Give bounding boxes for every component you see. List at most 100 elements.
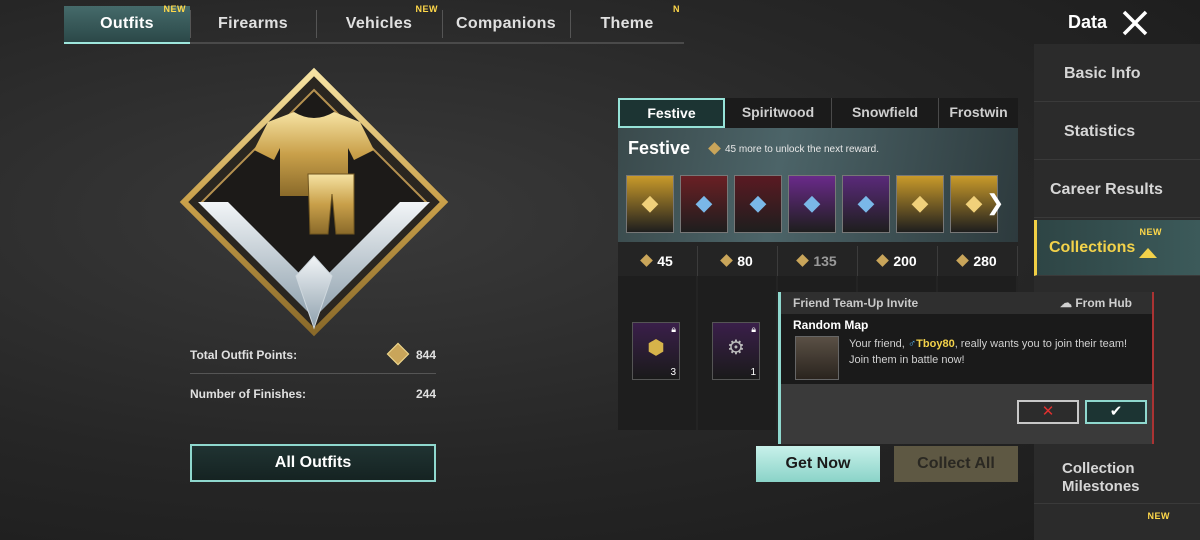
blue-charm-icon: ◆ — [749, 190, 767, 215]
tab-theme[interactable]: Theme N — [570, 4, 684, 44]
milestone-value: 200 — [893, 253, 917, 269]
milestone-threshold: 135 — [778, 246, 858, 276]
invite-title: Friend Team-Up Invite — [793, 296, 919, 310]
reward-thumbnail[interactable]: ◆ — [896, 175, 944, 233]
tab-frostwin[interactable]: Frostwin — [939, 98, 1018, 128]
total-outfit-points-row: Total Outfit Points: 844 — [190, 338, 436, 374]
outfit-point-icon — [708, 142, 721, 155]
collect-all-button[interactable]: Collect All — [894, 446, 1018, 482]
milestone-value: 45 — [657, 253, 673, 269]
caret-up-icon — [1139, 248, 1157, 258]
tab-label: Theme — [600, 15, 654, 32]
lock-icon: 🔒︎ — [671, 324, 676, 334]
tab-snowfield[interactable]: Snowfield — [832, 98, 939, 128]
reward-thumbnail[interactable]: ◆ — [734, 175, 782, 233]
tab-companions[interactable]: Companions — [442, 6, 570, 44]
invite-message: Your friend, ♂Tboy80, really wants you t… — [849, 336, 1139, 368]
invite-mode: Random Map — [793, 318, 869, 332]
reward-item-card[interactable]: 🔒︎ ⬢ 3 — [632, 322, 680, 380]
get-now-button[interactable]: Get Now — [756, 446, 880, 482]
milestone-value: 80 — [737, 253, 753, 269]
tab-outfits[interactable]: Outfits NEW — [64, 4, 190, 44]
outfit-point-icon — [386, 342, 410, 366]
collection-name: Festive — [628, 138, 691, 158]
invite-body: Random Map Your friend, ♂Tboy80, really … — [781, 314, 1152, 384]
milestone-threshold: 280 — [938, 246, 1018, 276]
decline-button[interactable]: ✕ — [1017, 400, 1079, 424]
accept-button[interactable]: ✔ — [1085, 400, 1147, 424]
milestone-threshold: 80 — [698, 246, 778, 276]
sidebar-item-label: Collections — [1049, 238, 1136, 256]
outfit-point-icon — [720, 254, 734, 267]
reward-thumbnail[interactable]: ◆ — [680, 175, 728, 233]
milestone-column: 🔒︎ ⚙ 1 — [698, 276, 776, 430]
chevron-right-icon[interactable]: ❯ — [986, 190, 1004, 216]
close-icon[interactable] — [1118, 6, 1152, 40]
outfit-point-icon — [876, 254, 890, 267]
milestone-column: 🔒︎ ⬢ 3 — [618, 276, 696, 430]
total-points-value: 844 — [415, 348, 436, 362]
sidebar-item-label: Basic Info — [1064, 64, 1141, 82]
milestone-row: 45 80 135 200 280 — [618, 246, 1018, 276]
golden-outfit-icon: ◆ — [911, 190, 929, 215]
sidebar-item-label: Statistics — [1064, 122, 1136, 140]
sidebar-item-collections[interactable]: Collections NEW — [1034, 220, 1200, 276]
gold-nugget-icon: ⬢ — [647, 337, 665, 359]
milestone-threshold: 45 — [618, 246, 698, 276]
outfit-point-icon — [796, 254, 810, 267]
sidebar-item-basic-info[interactable]: Basic Info — [1034, 46, 1200, 102]
hub-icon: ☁︎ — [1059, 296, 1072, 310]
crimson-bow-icon: ◆ — [695, 190, 713, 215]
sidebar-item-career-results[interactable]: Career Results — [1034, 162, 1200, 218]
collection-hint: 45 more to unlock the next reward. — [708, 142, 879, 155]
invite-source: ☁︎ From Hub — [1060, 292, 1132, 314]
outfit-point-icon — [640, 254, 654, 267]
category-tabs: Outfits NEW Firearms Vehicles NEW Compan… — [64, 4, 684, 44]
item-quantity: 3 — [670, 367, 676, 378]
reward-thumbnail[interactable]: ◆ — [626, 175, 674, 233]
collection-tabs: Festive Spiritwood Snowfield Frostwin — [618, 98, 1018, 128]
hint-text: 45 more to unlock the next reward. — [725, 144, 879, 155]
tab-vehicles[interactable]: Vehicles NEW — [316, 4, 442, 44]
new-badge: NEW — [1147, 511, 1170, 521]
male-icon: ♂ — [907, 338, 917, 350]
reward-thumbnail[interactable]: ◆ — [842, 175, 890, 233]
tab-spiritwood[interactable]: Spiritwood — [725, 98, 832, 128]
new-badge: NEW — [415, 4, 438, 14]
all-outfits-button[interactable]: All Outfits — [190, 444, 436, 482]
sidebar-item-statistics[interactable]: Statistics — [1034, 104, 1200, 160]
item-quantity: 1 — [750, 367, 756, 378]
blue-orb-icon: ◆ — [803, 190, 821, 215]
new-badge: NEW — [163, 4, 186, 14]
finishes-label: Number of Finishes: — [190, 387, 307, 401]
sidebar-item-more[interactable]: NEW — [1034, 506, 1200, 540]
friend-name: Tboy80 — [916, 338, 955, 350]
tab-firearms[interactable]: Firearms — [190, 6, 316, 44]
collection-banner: Festive 45 more to unlock the next rewar… — [618, 128, 1018, 242]
tab-label: Vehicles — [345, 15, 413, 32]
checkmark-icon: ✔ — [1109, 403, 1123, 420]
divider — [190, 373, 436, 374]
milestone-value: 280 — [973, 253, 997, 269]
tab-festive[interactable]: Festive — [618, 98, 725, 128]
new-badge: NEW — [1139, 227, 1162, 237]
milestone-value: 135 — [813, 253, 837, 269]
reward-item-card[interactable]: 🔒︎ ⚙ 1 — [712, 322, 760, 380]
dispenser-icon: ⚙ — [727, 337, 745, 359]
tab-label: Firearms — [218, 15, 288, 32]
avatar — [795, 336, 839, 380]
blue-potion-icon: ◆ — [857, 190, 875, 215]
total-points-label: Total Outfit Points: — [190, 348, 298, 362]
invite-header: Friend Team-Up Invite ☁︎ From Hub — [781, 292, 1152, 314]
team-up-invite-popup: Friend Team-Up Invite ☁︎ From Hub Random… — [778, 292, 1154, 444]
sidebar-item-label: Collection Milestones — [1062, 459, 1140, 495]
close-icon: ✕ — [1041, 403, 1055, 420]
finishes-row: Number of Finishes: 244 — [190, 377, 436, 413]
invite-source-label: From Hub — [1075, 296, 1132, 310]
new-badge: N — [673, 4, 680, 14]
tab-label: Outfits — [100, 15, 154, 32]
sidebar-item-collection-milestones[interactable]: Collection Milestones — [1034, 452, 1200, 504]
milestone-threshold: 200 — [858, 246, 938, 276]
reward-thumbnail[interactable]: ◆ — [788, 175, 836, 233]
tab-label: Companions — [456, 15, 556, 32]
